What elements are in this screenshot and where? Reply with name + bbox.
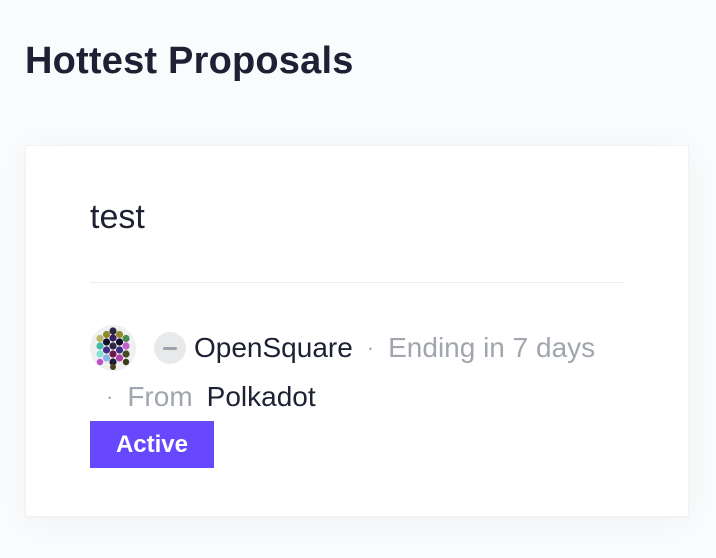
status-badge: Active: [90, 421, 214, 468]
proposal-meta: OpenSquare · Ending in 7 days: [90, 325, 595, 371]
network-placeholder-icon: [154, 332, 186, 364]
ending-time: Ending in 7 days: [388, 332, 596, 363]
avatar-identicon-icon[interactable]: [90, 325, 136, 371]
page: Hottest Proposals test OpenSquare · Endi…: [0, 0, 716, 558]
from-label: From: [127, 381, 193, 412]
minus-icon: [163, 346, 177, 350]
proposal-card[interactable]: test OpenSquare · Ending in 7 days · Fro…: [25, 145, 689, 517]
proposal-source: · From Polkadot: [106, 378, 316, 416]
proposal-title[interactable]: test: [90, 198, 145, 237]
separator-dot: ·: [106, 384, 114, 409]
author-name[interactable]: OpenSquare: [194, 332, 353, 364]
divider: [90, 282, 624, 283]
separator-dot: ·: [366, 335, 375, 360]
section-title: Hottest Proposals: [25, 40, 354, 82]
space-name[interactable]: Polkadot: [207, 381, 316, 413]
